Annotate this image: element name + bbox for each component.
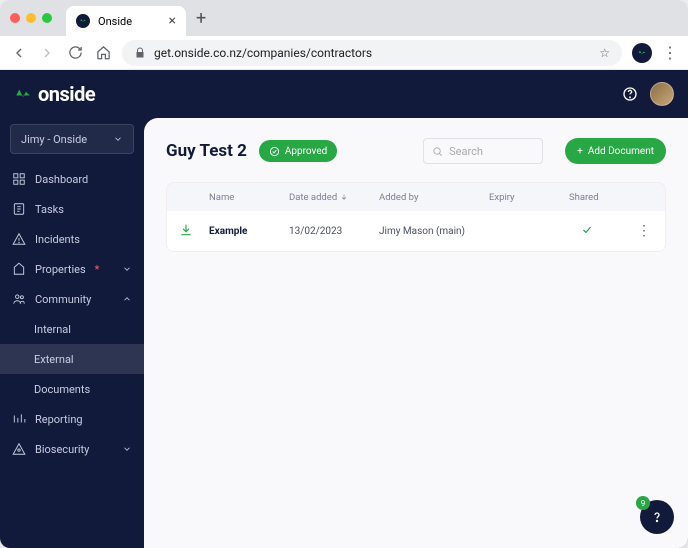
- favicon: [76, 14, 90, 28]
- table-header: Name Date added Added by Expiry Shared: [167, 183, 665, 211]
- sidebar-item-label: Biosecurity: [35, 443, 89, 456]
- table-row[interactable]: Example 13/02/2023 Jimy Mason (main) ⋮: [167, 211, 665, 251]
- properties-icon: [12, 262, 26, 276]
- plus-icon: +: [577, 146, 583, 157]
- required-indicator: *: [95, 263, 100, 276]
- workspace-name: Jimy - Onside: [21, 133, 87, 146]
- status-badge: Approved: [259, 140, 337, 162]
- sidebar-item-external[interactable]: External: [0, 344, 144, 374]
- col-shared[interactable]: Shared: [569, 192, 629, 203]
- sidebar-item-label: Incidents: [35, 233, 80, 246]
- row-date-added: 13/02/2023: [289, 226, 379, 237]
- sidebar-item-community[interactable]: Community: [0, 284, 144, 314]
- sidebar: Jimy - Onside Dashboard Tasks Incidents …: [0, 70, 144, 548]
- sidebar-item-label: Tasks: [35, 203, 64, 216]
- sidebar-item-properties[interactable]: Properties *: [0, 254, 144, 284]
- col-date-added[interactable]: Date added: [289, 192, 379, 203]
- sidebar-item-reporting[interactable]: Reporting: [0, 404, 144, 434]
- sidebar-item-label: Internal: [34, 323, 71, 336]
- add-document-button[interactable]: + Add Document: [565, 138, 666, 164]
- page-title: Guy Test 2: [166, 141, 247, 161]
- dashboard-icon: [12, 172, 26, 186]
- tab-title: Onside: [98, 15, 132, 28]
- chevron-down-icon: [122, 264, 132, 274]
- check-icon: [581, 224, 593, 236]
- lock-icon: [134, 47, 146, 59]
- sidebar-item-label: Dashboard: [35, 173, 88, 186]
- documents-table: Name Date added Added by Expiry Shared E…: [166, 182, 666, 252]
- chevron-down-icon: [113, 134, 123, 144]
- extension-icon[interactable]: [632, 43, 652, 63]
- url-text: get.onside.co.nz/companies/contractors: [154, 46, 372, 60]
- community-icon: [12, 292, 26, 306]
- col-name[interactable]: Name: [209, 192, 289, 203]
- window-maximize-button[interactable]: [42, 13, 52, 23]
- search-input[interactable]: Search: [423, 138, 543, 164]
- sidebar-item-incidents[interactable]: Incidents: [0, 224, 144, 254]
- home-button[interactable]: [94, 44, 112, 62]
- notification-badge: 9: [636, 496, 650, 510]
- incidents-icon: [12, 232, 26, 246]
- brand-logo[interactable]: onside: [14, 82, 95, 106]
- browser-menu-icon[interactable]: ⋮: [662, 43, 678, 62]
- tab-close-icon[interactable]: ×: [169, 13, 176, 29]
- add-button-label: Add Document: [588, 146, 654, 157]
- download-icon: [179, 223, 193, 237]
- floating-help-button[interactable]: 9: [640, 500, 674, 534]
- status-text: Approved: [285, 146, 327, 157]
- new-tab-button[interactable]: +: [196, 8, 206, 29]
- sidebar-item-label: Reporting: [35, 413, 83, 426]
- row-shared: [569, 224, 629, 239]
- sidebar-item-tasks[interactable]: Tasks: [0, 194, 144, 224]
- address-bar[interactable]: get.onside.co.nz/companies/contractors ☆: [122, 40, 622, 66]
- browser-tab[interactable]: Onside ×: [66, 6, 186, 36]
- sidebar-item-biosecurity[interactable]: Biosecurity: [0, 434, 144, 464]
- back-button[interactable]: [10, 44, 28, 62]
- help-icon[interactable]: [622, 86, 638, 102]
- sidebar-item-label: External: [34, 353, 74, 366]
- forward-button: [38, 44, 56, 62]
- row-menu-button[interactable]: ⋮: [629, 223, 659, 239]
- workspace-selector[interactable]: Jimy - Onside: [10, 124, 134, 154]
- search-icon: [432, 146, 443, 157]
- download-button[interactable]: [173, 223, 209, 240]
- logo-icon: [14, 85, 32, 103]
- reporting-icon: [12, 412, 26, 426]
- sort-desc-icon: [340, 193, 348, 201]
- biosecurity-icon: [12, 442, 26, 456]
- sidebar-item-label: Community: [35, 293, 91, 306]
- tasks-icon: [12, 202, 26, 216]
- row-name: Example: [209, 226, 289, 237]
- sidebar-item-dashboard[interactable]: Dashboard: [0, 164, 144, 194]
- chevron-down-icon: [122, 444, 132, 454]
- col-added-by[interactable]: Added by: [379, 192, 489, 203]
- reload-button[interactable]: [66, 44, 84, 62]
- row-added-by: Jimy Mason (main): [379, 226, 489, 237]
- sidebar-item-internal[interactable]: Internal: [0, 314, 144, 344]
- brand-text: onside: [38, 82, 95, 106]
- col-expiry[interactable]: Expiry: [489, 192, 569, 203]
- bookmark-star-icon[interactable]: ☆: [599, 46, 610, 60]
- question-icon: [649, 509, 665, 525]
- sidebar-item-documents[interactable]: Documents: [0, 374, 144, 404]
- sidebar-item-label: Properties: [35, 263, 86, 276]
- avatar[interactable]: [650, 82, 674, 106]
- window-minimize-button[interactable]: [26, 13, 36, 23]
- check-circle-icon: [269, 146, 280, 157]
- sidebar-item-label: Documents: [34, 383, 90, 396]
- search-placeholder: Search: [449, 145, 483, 158]
- window-close-button[interactable]: [10, 13, 20, 23]
- chevron-up-icon: [122, 294, 132, 304]
